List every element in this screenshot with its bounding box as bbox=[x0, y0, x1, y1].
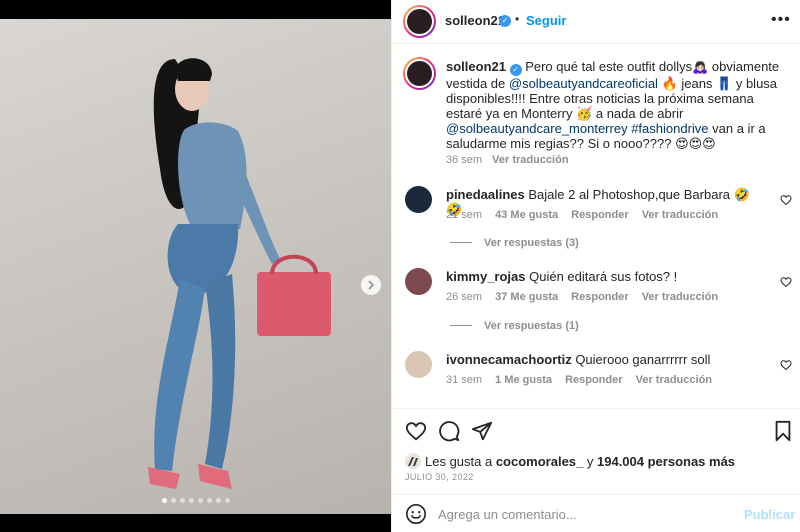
chevron-right-icon bbox=[368, 280, 375, 290]
post-header: solleon21 ✓ • Seguir ••• bbox=[392, 0, 800, 44]
post-photo[interactable] bbox=[0, 19, 391, 514]
comment-likes[interactable]: 1 Me gusta bbox=[495, 374, 552, 386]
verified-badge-icon: ✓ bbox=[509, 64, 522, 76]
more-options-icon[interactable]: ••• bbox=[771, 12, 791, 28]
caption-username[interactable]: solleon21 bbox=[446, 59, 506, 74]
carousel-dot bbox=[188, 498, 194, 503]
comment-likes[interactable]: 43 Me gusta bbox=[495, 209, 558, 221]
carousel-indicator bbox=[0, 498, 391, 503]
header-separator: • bbox=[515, 12, 520, 26]
post-photo-illustration bbox=[148, 58, 331, 489]
carousel-dot bbox=[161, 498, 167, 503]
commenter-avatar[interactable] bbox=[405, 268, 432, 295]
comment-body: Quierooo ganarrrrrr soll bbox=[571, 352, 711, 367]
mention-link[interactable]: @solbeautyandcare_monterrey bbox=[446, 121, 628, 136]
comment-body: Quién editará sus fotos? ! bbox=[525, 269, 678, 284]
post-media-panel bbox=[0, 0, 391, 532]
comment-translate-button[interactable]: Ver traducción bbox=[642, 291, 718, 303]
caption-time[interactable]: 36 sem bbox=[446, 154, 482, 166]
carousel-dot bbox=[206, 498, 212, 503]
comment-translate-button[interactable]: Ver traducción bbox=[642, 209, 718, 221]
like-heart-icon[interactable] bbox=[405, 420, 427, 442]
post-action-bar bbox=[392, 408, 800, 452]
likes-summary: Les gusta a cocomorales_ y 194.004 perso… bbox=[405, 453, 735, 469]
post-details-panel: solleon21 ✓ • Seguir ••• solleon21 ✓ Per… bbox=[391, 0, 800, 532]
comment-translate-button[interactable]: Ver traducción bbox=[636, 374, 712, 386]
hashtag-link[interactable]: #fashiondrive bbox=[628, 121, 708, 136]
comment-meta: 31 sem 1 Me gusta Responder Ver traducci… bbox=[446, 374, 722, 386]
commenter-avatar[interactable] bbox=[405, 351, 432, 378]
author-avatar[interactable] bbox=[403, 5, 436, 38]
verified-badge-icon: ✓ bbox=[499, 15, 511, 27]
mention-link[interactable]: @solbeautyandcareoficial bbox=[509, 76, 658, 91]
commenter-avatar[interactable] bbox=[405, 186, 432, 213]
reply-button[interactable]: Responder bbox=[565, 374, 622, 386]
commenter-username[interactable]: pinedaalines bbox=[446, 187, 525, 202]
liker-avatar[interactable] bbox=[405, 453, 421, 469]
comment-bubble-icon[interactable] bbox=[438, 420, 460, 442]
comment-time[interactable]: 26 sem bbox=[446, 291, 482, 303]
comment-like-heart-icon[interactable] bbox=[780, 276, 792, 288]
view-replies-button[interactable]: Ver respuestas (3) bbox=[450, 237, 579, 249]
caption-text: solleon21 ✓ Pero qué tal este outfit dol… bbox=[446, 59, 781, 151]
replies-divider bbox=[450, 325, 472, 326]
reply-button[interactable]: Responder bbox=[571, 209, 628, 221]
view-replies-label: Ver respuestas (1) bbox=[484, 320, 579, 332]
comment-text: kimmy_rojas Quién editará sus fotos? ! bbox=[446, 269, 756, 284]
likes-count[interactable]: 194.004 personas más bbox=[597, 454, 735, 469]
likes-middle: y bbox=[583, 454, 597, 469]
comment-text: ivonnecamachoortiz Quierooo ganarrrrrr s… bbox=[446, 352, 756, 367]
caption-meta: 36 sem Ver traducción bbox=[446, 154, 569, 166]
next-photo-button[interactable] bbox=[361, 275, 381, 295]
caption-author-avatar[interactable] bbox=[403, 57, 436, 90]
share-paper-plane-icon[interactable] bbox=[471, 420, 493, 442]
carousel-dot bbox=[224, 498, 230, 503]
comment-meta: 21 sem 43 Me gusta Responder Ver traducc… bbox=[446, 209, 728, 221]
carousel-dot bbox=[197, 498, 203, 503]
author-username[interactable]: solleon21 bbox=[445, 13, 505, 28]
liker-username[interactable]: cocomorales_ bbox=[496, 454, 583, 469]
commenter-username[interactable]: kimmy_rojas bbox=[446, 269, 526, 284]
view-replies-label: Ver respuestas (3) bbox=[484, 237, 579, 249]
view-replies-button[interactable]: Ver respuestas (1) bbox=[450, 320, 579, 332]
comment-time[interactable]: 21 sem bbox=[446, 209, 482, 221]
emoji-icon[interactable] bbox=[405, 503, 427, 525]
publish-button[interactable]: Publicar bbox=[744, 507, 795, 522]
likes-prefix: Les gusta a bbox=[425, 454, 496, 469]
reply-button[interactable]: Responder bbox=[571, 291, 628, 303]
comment-time[interactable]: 31 sem bbox=[446, 374, 482, 386]
commenter-username[interactable]: ivonnecamachoortiz bbox=[446, 352, 572, 367]
comment-meta: 26 sem 37 Me gusta Responder Ver traducc… bbox=[446, 291, 728, 303]
carousel-dot bbox=[215, 498, 221, 503]
comment-likes[interactable]: 37 Me gusta bbox=[495, 291, 558, 303]
comment-composer: Publicar bbox=[392, 494, 800, 532]
follow-button[interactable]: Seguir bbox=[526, 13, 566, 28]
post-date[interactable]: JULIO 30, 2022 bbox=[405, 472, 474, 482]
carousel-dot bbox=[179, 498, 185, 503]
comment-like-heart-icon[interactable] bbox=[780, 359, 792, 371]
comment-input[interactable] bbox=[438, 503, 728, 525]
save-bookmark-icon[interactable] bbox=[772, 420, 794, 442]
comment-like-heart-icon[interactable] bbox=[780, 194, 792, 206]
caption-translate-button[interactable]: Ver traducción bbox=[492, 154, 568, 166]
replies-divider bbox=[450, 242, 472, 243]
carousel-dot bbox=[170, 498, 176, 503]
